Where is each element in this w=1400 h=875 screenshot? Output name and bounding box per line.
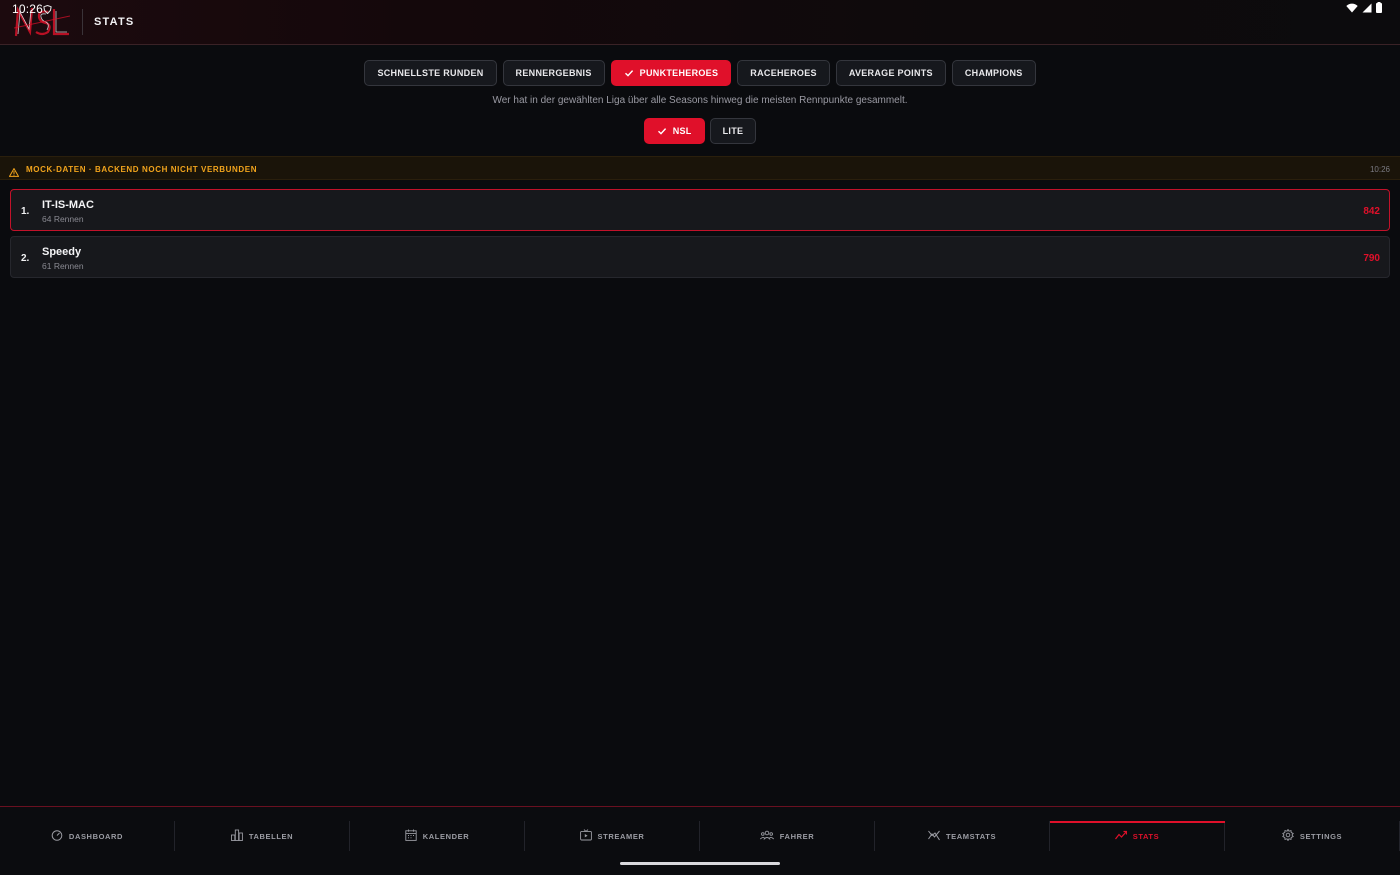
leaderboard-row[interactable]: 2. Speedy 61 Rennen 790 [10,236,1390,278]
app-root: 10:26 STATS SCHNELLSTE RUNDEN RENNERGEBN… [0,0,1400,875]
leaderboard-row[interactable]: 1. IT-IS-MAC 64 Rennen 842 [10,189,1390,231]
nav-kalender[interactable]: KALENDER [350,821,525,851]
nav-streamer[interactable]: STREAMER [525,821,700,851]
banner-time: 10:26 [1369,165,1390,174]
league-tab-lite[interactable]: LITE [709,118,757,144]
vpn-shield-icon [43,3,52,17]
warning-icon [8,164,20,182]
tab-average-points[interactable]: AVERAGE POINTS [835,60,946,86]
nav-label: FAHRER [779,831,815,841]
tab-label: CHAMPIONS [964,68,1023,78]
league-tab-label: LITE [722,126,744,136]
gear-icon [1281,828,1294,843]
calendar-icon [405,829,417,843]
nav-tabellen[interactable]: TABELLEN [175,821,350,851]
nav-label: STATS [1132,831,1160,841]
mock-data-banner: MOCK-DATEN · BACKEND NOCH NICHT VERBUNDE… [0,156,1400,180]
wifi-icon [1346,2,1358,16]
tab-punkteheroes[interactable]: PUNKTEHEROES [610,60,732,86]
tab-label: AVERAGE POINTS [848,68,933,78]
nav-fahrer[interactable]: FAHRER [700,821,875,851]
tv-icon [579,829,592,843]
row-rank: 2. [21,253,30,264]
nav-settings[interactable]: SETTINGS [1225,821,1400,851]
driver-name: IT-IS-MAC [42,199,94,211]
trend-icon [928,829,940,843]
points-value: 790 [1363,253,1380,264]
tab-champions[interactable]: CHAMPIONS [951,60,1036,86]
stats-line-icon [1114,829,1127,843]
bar-chart-icon [230,829,243,843]
status-time: 10:26 [12,2,44,16]
row-rank: 1. [21,206,30,217]
signal-icon [1362,2,1372,16]
bottom-navigation: DASHBOARD TABELLEN KALENDER STREAMER FAH… [0,806,1400,875]
tab-raceheroes[interactable]: RACEHEROES [737,60,830,86]
banner-text: MOCK-DATEN · BACKEND NOCH NICHT VERBUNDE… [26,165,258,174]
nav-dashboard[interactable]: DASHBOARD [0,821,175,851]
race-count: 61 Rennen [42,261,84,271]
tab-label: RACEHEROES [750,68,817,78]
points-value: 842 [1363,206,1380,217]
nav-stats[interactable]: STATS [1050,821,1225,851]
nav-label: TABELLEN [248,831,294,841]
nav-label: KALENDER [422,831,470,841]
system-icons [1346,2,1382,16]
nav-label: STREAMER [597,831,645,841]
stats-description: Wer hat in der gewählten Liga über alle … [492,95,908,106]
stats-category-tabs: SCHNELLSTE RUNDEN RENNERGEBNIS PUNKTEHER… [0,60,1400,86]
check-icon [657,126,667,136]
check-icon [624,68,634,78]
nav-label: TEAMSTATS [945,831,997,841]
tab-label: SCHNELLSTE RUNDEN [377,68,484,78]
people-icon [759,829,774,843]
tab-schnellste-runden[interactable]: SCHNELLSTE RUNDEN [364,60,497,86]
gauge-icon [51,829,63,843]
home-indicator[interactable] [620,862,780,865]
race-count: 64 Rennen [42,214,84,224]
nav-teamstats[interactable]: TEAMSTATS [875,821,1050,851]
driver-name: Speedy [42,246,82,258]
system-status-bar: 10:26 [0,0,1400,16]
league-tab-label: NSL [672,126,692,136]
league-tab-nsl[interactable]: NSL [643,118,705,144]
league-selector: NSL LITE [0,118,1400,144]
nav-label: SETTINGS [1299,831,1343,841]
tab-rennergebnis[interactable]: RENNERGEBNIS [502,60,605,86]
page-title: STATS [94,16,135,28]
tab-label: PUNKTEHEROES [639,68,719,78]
nav-label: DASHBOARD [68,831,124,841]
battery-icon [1376,2,1382,16]
tab-label: RENNERGEBNIS [515,68,592,78]
